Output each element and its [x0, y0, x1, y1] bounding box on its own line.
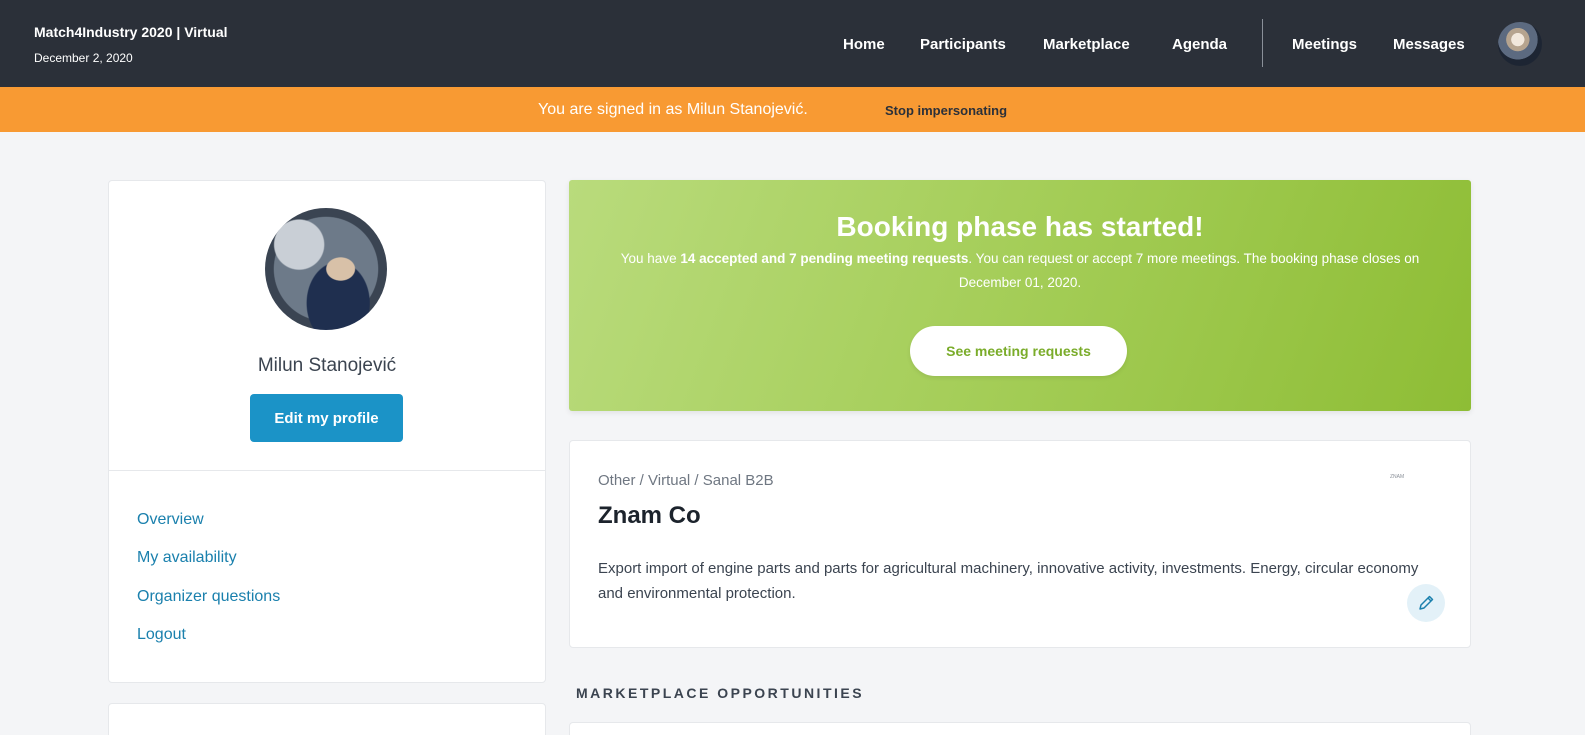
- user-avatar[interactable]: [1498, 22, 1542, 66]
- nav-home[interactable]: Home: [843, 36, 885, 53]
- event-title: Match4Industry 2020 | Virtual: [34, 24, 228, 40]
- sidebar-item-organizer-questions[interactable]: Organizer questions: [137, 588, 280, 606]
- marketplace-heading: MARKETPLACE OPPORTUNITIES: [576, 685, 865, 701]
- nav-divider: [1262, 19, 1263, 67]
- impersonation-message: You are signed in as Milun Stanojević.: [538, 101, 808, 118]
- divider: [109, 470, 545, 471]
- event-date: December 2, 2020: [34, 51, 133, 65]
- company-description: Export import of engine parts and parts …: [598, 560, 1419, 602]
- edit-profile-button[interactable]: Edit my profile: [250, 394, 403, 442]
- marketplace-card: [569, 722, 1471, 735]
- profile-name: Milun Stanojević: [257, 355, 397, 376]
- nav-participants[interactable]: Participants: [920, 36, 1006, 53]
- sidebar-item-logout[interactable]: Logout: [137, 626, 186, 644]
- sidebar-secondary-card: [108, 703, 546, 735]
- stop-impersonating-link[interactable]: Stop impersonating: [885, 103, 1007, 118]
- sidebar-item-overview[interactable]: Overview: [137, 511, 204, 529]
- see-meeting-requests-button[interactable]: See meeting requests: [910, 326, 1127, 376]
- edit-company-button[interactable]: [1407, 584, 1445, 622]
- sidebar-item-availability[interactable]: My availability: [137, 549, 237, 567]
- nav-meetings[interactable]: Meetings: [1292, 36, 1357, 53]
- banner-title: Booking phase has started!: [836, 211, 1204, 242]
- banner-text: You have 14 accepted and 7 pending meeti…: [610, 247, 1430, 295]
- profile-avatar: [265, 208, 387, 330]
- pencil-icon: [1419, 595, 1434, 610]
- company-breadcrumb: Other / Virtual / Sanal B2B: [598, 472, 774, 489]
- nav-marketplace[interactable]: Marketplace: [1043, 36, 1130, 53]
- banner-text-suffix: . You can request or accept 7 more meeti…: [958, 251, 1420, 290]
- nav-agenda[interactable]: Agenda: [1172, 36, 1227, 53]
- company-name: Znam Co: [598, 502, 701, 529]
- banner-text-highlight: 14 accepted and 7 pending meeting reques…: [680, 251, 969, 266]
- nav-messages[interactable]: Messages: [1393, 36, 1465, 53]
- company-logo: ZNAM: [1390, 474, 1405, 480]
- banner-text-prefix: You have: [620, 251, 681, 266]
